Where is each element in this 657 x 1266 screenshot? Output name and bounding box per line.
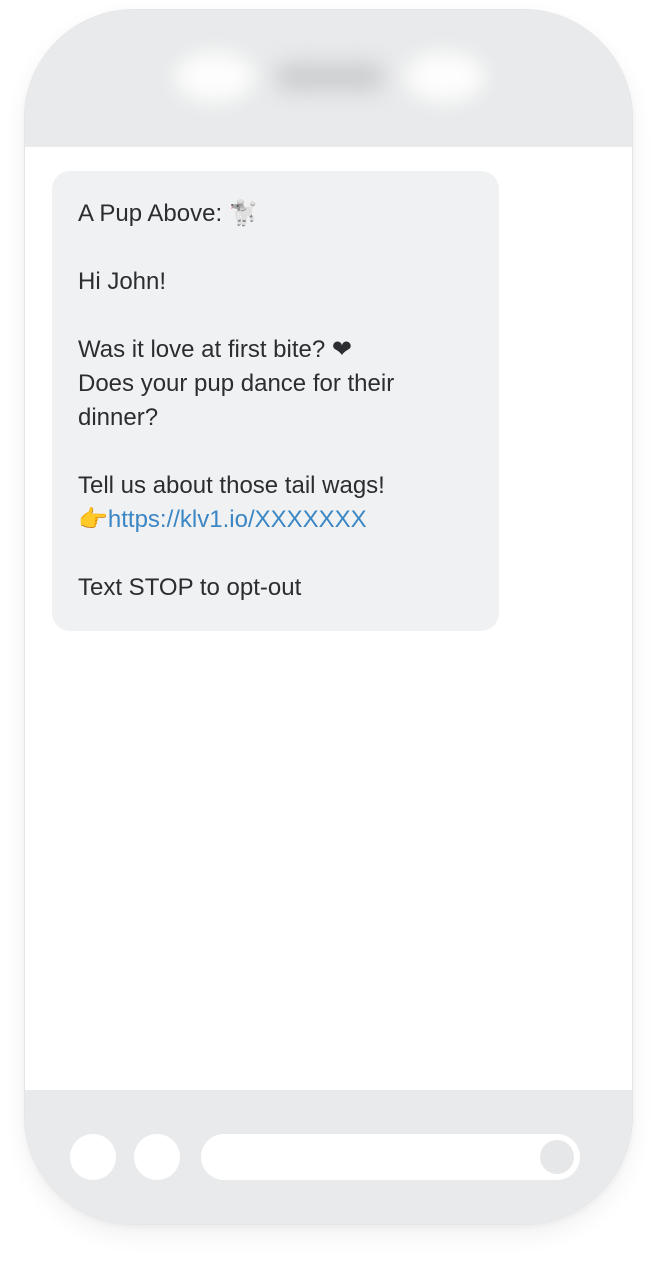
message-sender-line: A Pup Above: 🐩: [78, 200, 259, 227]
plus-icon[interactable]: [70, 1134, 116, 1180]
message-call-to-action: Tell us about those tail wags!: [78, 472, 385, 499]
phone-frame: A Pup Above: 🐩 Hi John! Was it love at f…: [24, 9, 633, 1225]
blurred-contact-name: [275, 62, 385, 92]
blurred-contact-info: [175, 40, 485, 120]
blurred-info-icon: [405, 52, 485, 102]
message-link[interactable]: https://klv1.io/XXXXXXX: [108, 506, 367, 533]
message-opt-out: Text STOP to opt-out: [78, 574, 302, 601]
camera-icon[interactable]: [134, 1134, 180, 1180]
send-icon[interactable]: [540, 1140, 574, 1174]
compose-bar: [25, 1090, 632, 1224]
blurred-avatar: [175, 52, 255, 102]
message-link-line: 👉https://klv1.io/XXXXXXX: [78, 503, 473, 537]
pointing-hand-icon: 👉: [78, 506, 108, 533]
message-question-2: Does your pup dance for their dinner?: [78, 370, 395, 431]
conversation-header: [25, 10, 632, 147]
message-greeting: Hi John!: [78, 268, 167, 295]
message-input[interactable]: [201, 1134, 580, 1180]
message-question-1: Was it love at first bite? ❤: [78, 336, 352, 363]
sms-message-bubble: A Pup Above: 🐩 Hi John! Was it love at f…: [52, 171, 499, 631]
